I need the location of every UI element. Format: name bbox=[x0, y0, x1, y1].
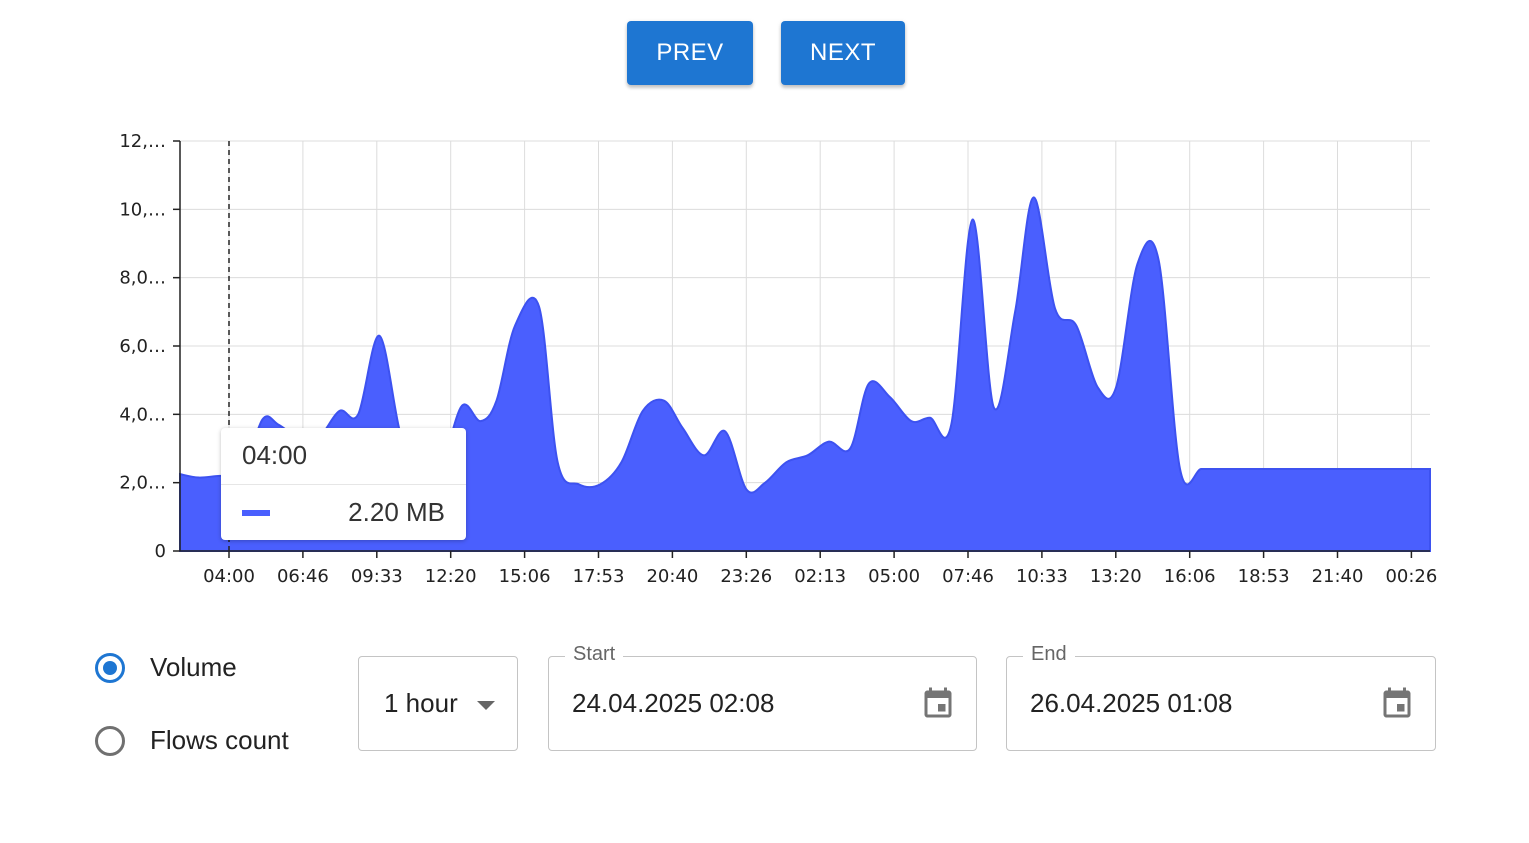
x-tick-label: 18:53 bbox=[1238, 566, 1290, 587]
x-tick-label: 10:33 bbox=[1016, 566, 1068, 587]
radio-volume-label: Volume bbox=[150, 652, 237, 682]
tooltip-series-swatch bbox=[242, 510, 270, 516]
x-tick-label: 13:20 bbox=[1090, 566, 1142, 587]
x-tick-label: 20:40 bbox=[646, 566, 698, 587]
x-tick-label: 02:13 bbox=[794, 566, 846, 587]
x-tick-label: 23:26 bbox=[720, 566, 772, 587]
x-tick-label: 12:20 bbox=[425, 566, 477, 587]
tooltip-time: 04:00 bbox=[242, 440, 308, 470]
y-tick-label: 2,0… bbox=[119, 473, 166, 494]
x-tick-label: 07:46 bbox=[942, 566, 994, 587]
interval-select[interactable]: 1 hour bbox=[358, 656, 518, 751]
x-tick-label: 04:00 bbox=[203, 566, 255, 587]
y-tick-label: 12,… bbox=[119, 131, 166, 152]
radio-volume-dot bbox=[103, 660, 117, 675]
end-date-legend: End bbox=[1023, 643, 1075, 666]
x-tick-label: 00:26 bbox=[1385, 566, 1437, 587]
y-tick-label: 8,0… bbox=[119, 268, 166, 289]
radio-volume[interactable]: Volume bbox=[95, 652, 237, 683]
y-tick-label: 0 bbox=[155, 541, 166, 562]
x-tick-label: 09:33 bbox=[351, 566, 403, 587]
radio-flows-count[interactable]: Flows count bbox=[95, 725, 289, 756]
x-tick-label: 15:06 bbox=[499, 566, 551, 587]
interval-select-value: 1 hour bbox=[384, 688, 458, 718]
end-date-input[interactable] bbox=[1030, 688, 1360, 719]
y-tick-label: 4,0… bbox=[119, 404, 166, 425]
tooltip-value: 2.20 MB bbox=[348, 497, 445, 527]
start-date-legend: Start bbox=[565, 643, 624, 666]
y-tick-label: 6,0… bbox=[119, 336, 166, 357]
start-date-input[interactable] bbox=[572, 688, 902, 719]
x-tick-label: 17:53 bbox=[573, 566, 625, 587]
x-tick-label: 06:46 bbox=[277, 566, 329, 587]
x-tick-label: 05:00 bbox=[868, 566, 920, 587]
x-tick-label: 16:06 bbox=[1164, 566, 1216, 587]
calendar-icon[interactable] bbox=[1379, 685, 1415, 723]
y-tick-label: 10,… bbox=[119, 199, 166, 220]
chart-tooltip: 04:00 2.20 MB bbox=[221, 428, 466, 540]
end-date-field[interactable]: End bbox=[1006, 643, 1436, 751]
radio-volume-control[interactable] bbox=[95, 652, 125, 683]
start-date-field[interactable]: Start bbox=[548, 643, 977, 751]
calendar-icon[interactable] bbox=[920, 685, 956, 723]
radio-flows-count-control[interactable] bbox=[95, 725, 125, 756]
tooltip-divider bbox=[221, 484, 466, 485]
caret-down-icon bbox=[477, 701, 495, 710]
radio-flows-count-label: Flows count bbox=[150, 725, 289, 755]
x-tick-label: 21:40 bbox=[1312, 566, 1364, 587]
